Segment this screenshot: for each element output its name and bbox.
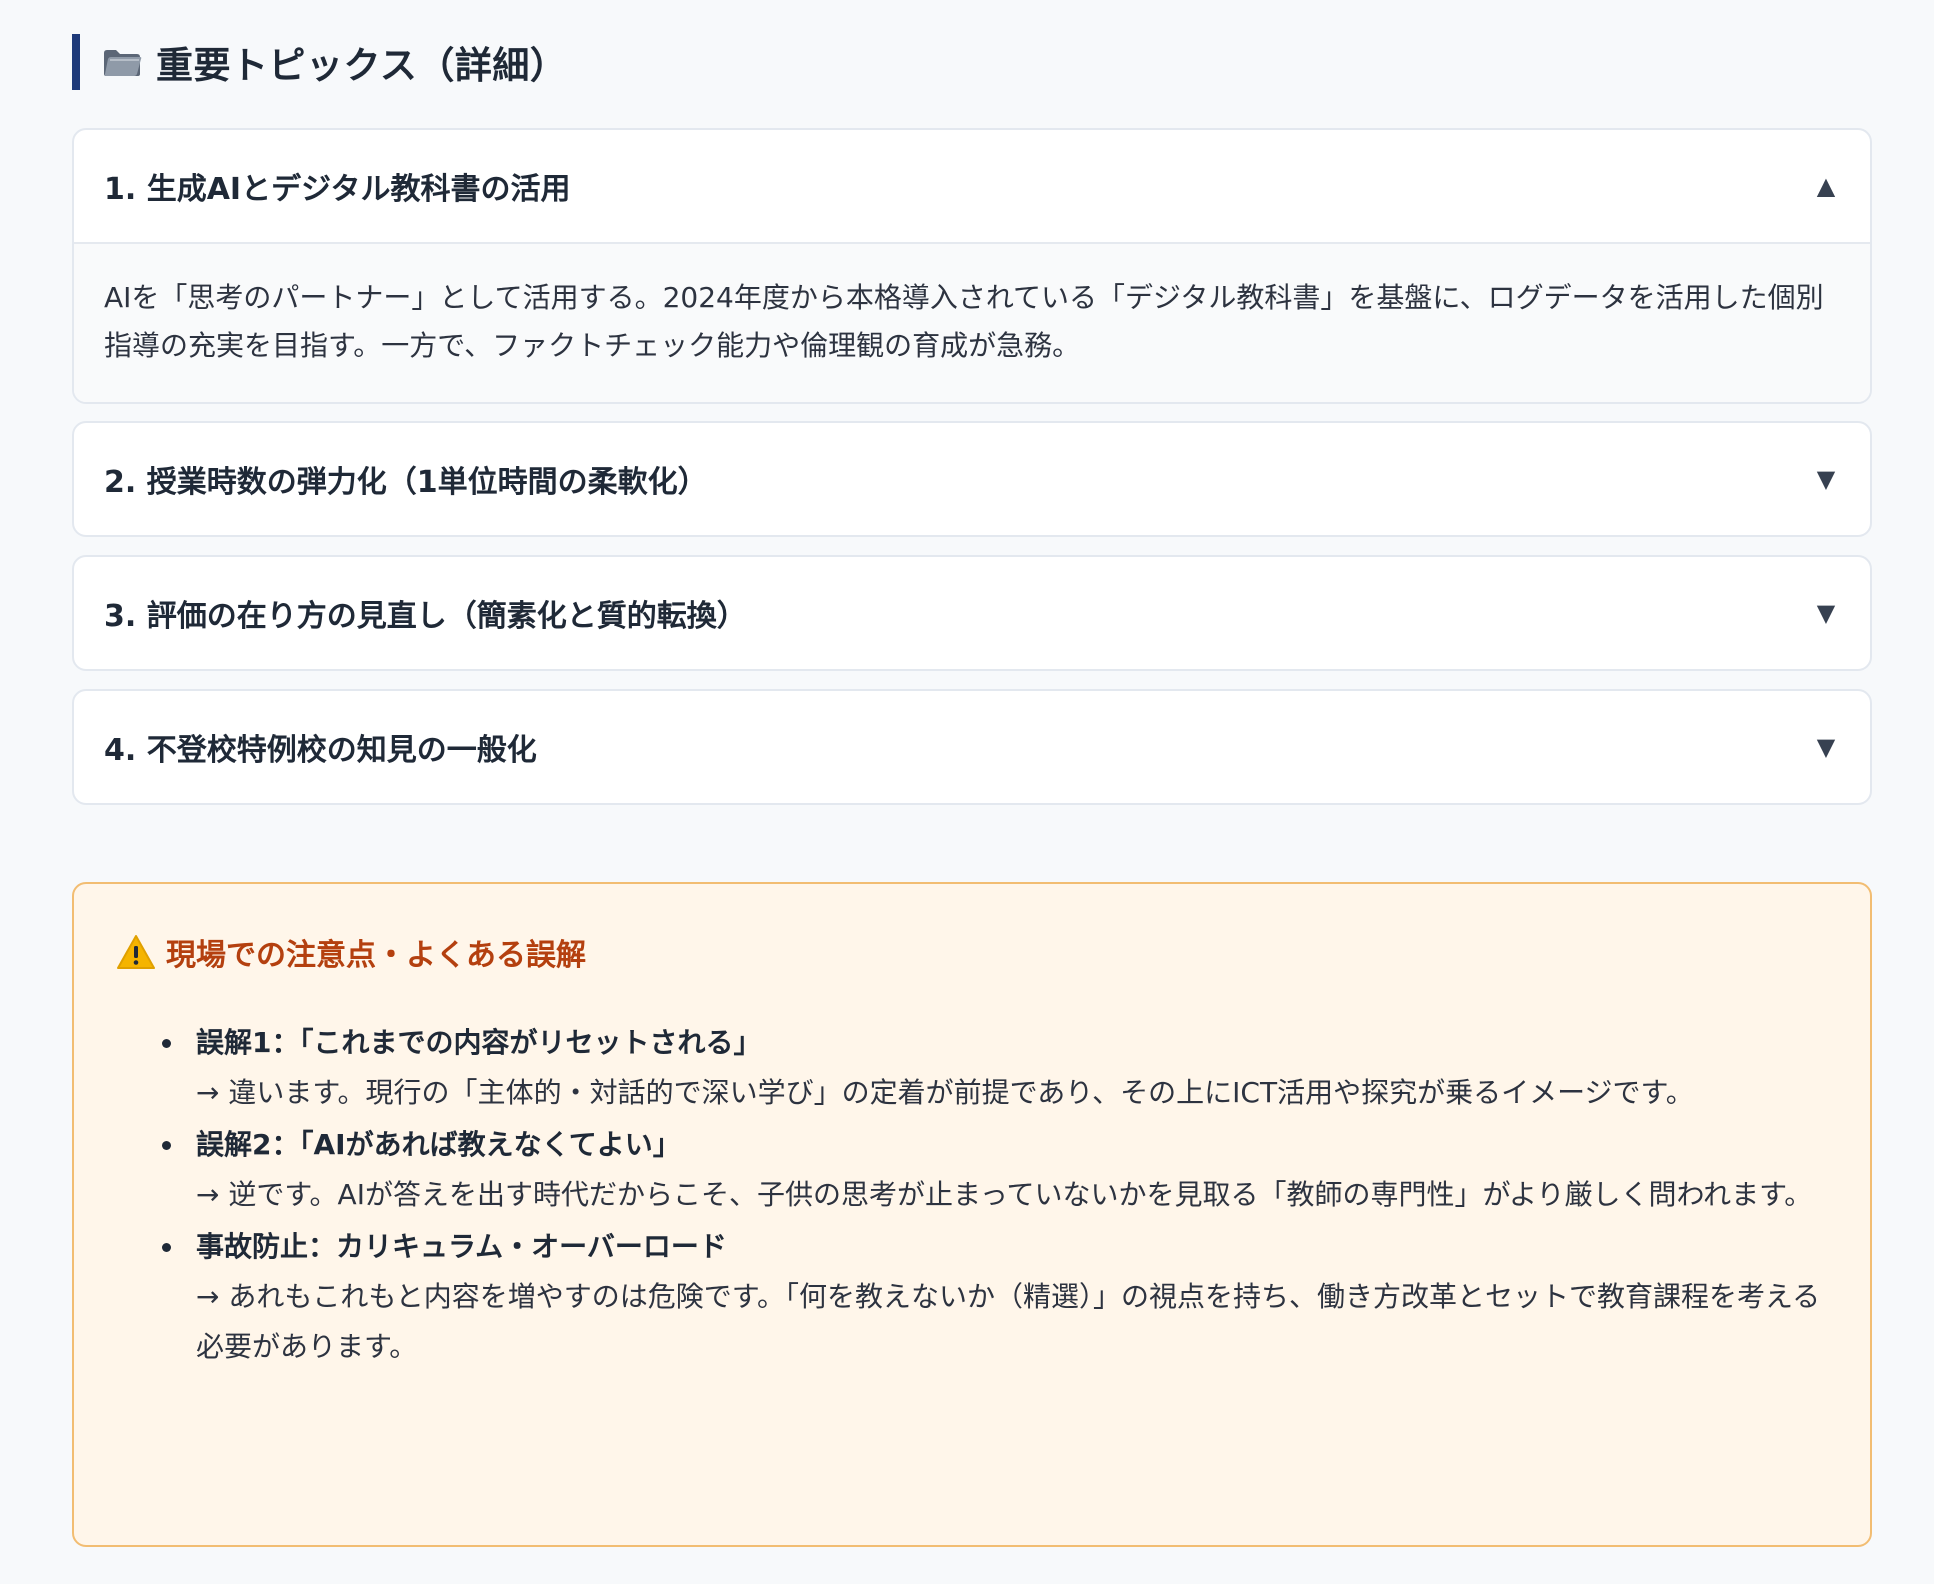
accordion-title: 3. 評価の在り方の見直し（簡素化と質的転換） [104, 599, 747, 634]
section-header: 重要トピックス（詳細） [72, 34, 567, 90]
accordion-header-4[interactable]: 4. 不登校特例校の知見の一般化 ▼ [74, 691, 1870, 803]
warning-icon [116, 934, 156, 970]
caret-down-icon[interactable]: ▼ [1814, 599, 1838, 627]
list-item-title: 誤解2：「AIがあれば教えなくてよい」 [196, 1128, 681, 1161]
list-item-text: → あれもこれもと内容を増やすのは危険です。「何を教えないか（精選）」の視点を持… [196, 1280, 1821, 1363]
warning-header: 現場での注意点・よくある誤解 [114, 930, 1830, 974]
accordion-item-3: 3. 評価の在り方の見直し（簡素化と質的転換） ▼ [72, 555, 1872, 671]
page: 重要トピックス（詳細） 1. 生成AIとデジタル教科書の活用 ▲ AIを「思考の… [0, 0, 1934, 1584]
list-item-text: → 逆です。AIが答えを出す時代だからこそ、子供の思考が止まっていないかを見取る… [196, 1178, 1813, 1211]
accordion-header-1[interactable]: 1. 生成AIとデジタル教科書の活用 ▲ [74, 130, 1870, 242]
accordion-item-1: 1. 生成AIとデジタル教科書の活用 ▲ AIを「思考のパートナー」として活用す… [72, 128, 1872, 404]
list-item-title: 誤解1：「これまでの内容がリセットされる」 [196, 1026, 762, 1059]
accordion-header-3[interactable]: 3. 評価の在り方の見直し（簡素化と質的転換） ▼ [74, 557, 1870, 669]
warning-list: 誤解1：「これまでの内容がリセットされる」 → 違います。現行の「主体的・対話的… [114, 1018, 1830, 1372]
caret-down-icon[interactable]: ▼ [1814, 733, 1838, 761]
list-item-title: 事故防止：カリキュラム・オーバーロード [196, 1230, 727, 1263]
accordion-title: 1. 生成AIとデジタル教科書の活用 [104, 172, 571, 207]
section-title: 重要トピックス（詳細） [156, 44, 568, 87]
accordion-item-4: 4. 不登校特例校の知見の一般化 ▼ [72, 689, 1872, 805]
accordion-title: 4. 不登校特例校の知見の一般化 [104, 733, 537, 768]
list-item: 事故防止：カリキュラム・オーバーロード → あれもこれもと内容を増やすのは危険で… [162, 1222, 1830, 1372]
warning-title: 現場での注意点・よくある誤解 [166, 938, 586, 973]
caret-down-icon[interactable]: ▼ [1814, 465, 1838, 493]
warning-box: 現場での注意点・よくある誤解 誤解1：「これまでの内容がリセットされる」 → 違… [72, 882, 1872, 1547]
list-item: 誤解2：「AIがあれば教えなくてよい」 → 逆です。AIが答えを出す時代だからこ… [162, 1120, 1830, 1220]
accordion-item-2: 2. 授業時数の弾力化（1単位時間の柔軟化） ▼ [72, 421, 1872, 537]
list-item: 誤解1：「これまでの内容がリセットされる」 → 違います。現行の「主体的・対話的… [162, 1018, 1830, 1118]
caret-up-icon[interactable]: ▲ [1814, 172, 1838, 200]
accordion-body-1: AIを「思考のパートナー」として活用する。2024年度から本格導入されている「デ… [74, 242, 1870, 402]
accordion-title: 2. 授業時数の弾力化（1単位時間の柔軟化） [104, 465, 708, 500]
folder-icon [102, 48, 142, 78]
list-item-text: → 違います。現行の「主体的・対話的で深い学び」の定着が前提であり、その上にIC… [196, 1076, 1694, 1109]
accordion-header-2[interactable]: 2. 授業時数の弾力化（1単位時間の柔軟化） ▼ [74, 423, 1870, 535]
